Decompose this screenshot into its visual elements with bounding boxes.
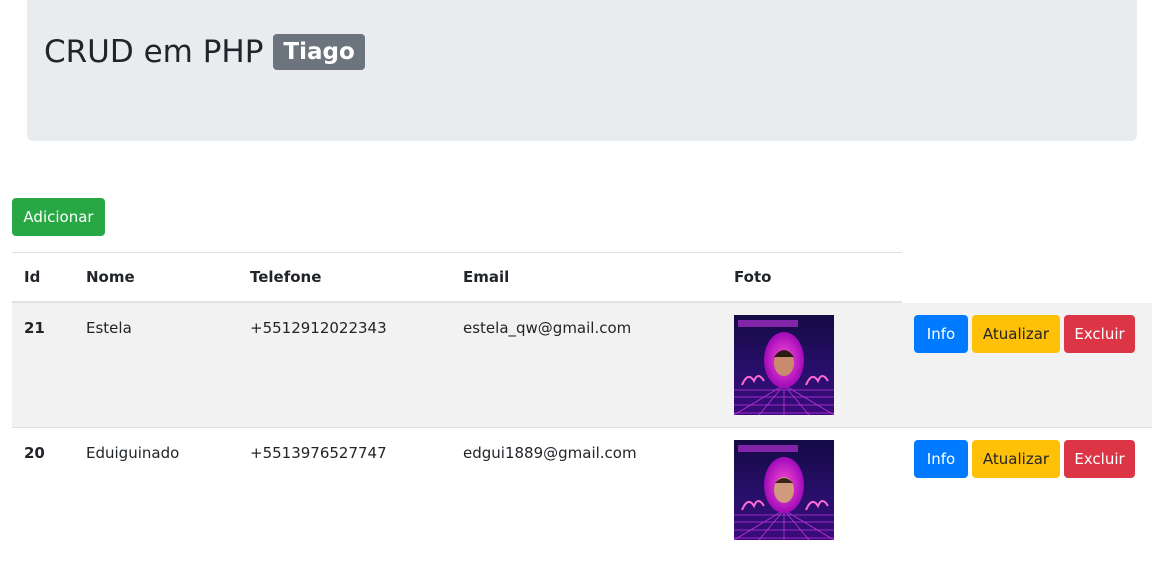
cell-nome: Estela	[86, 319, 132, 337]
info-button[interactable]: Info	[914, 440, 968, 478]
cell-telefone: +5512912022343	[250, 319, 387, 337]
cell-nome: Eduiguinado	[86, 444, 180, 462]
page-title-text: CRUD em PHP	[44, 34, 264, 70]
table-row-divider	[12, 427, 1152, 428]
page-title: CRUD em PHP Tiago	[44, 34, 365, 70]
update-button[interactable]: Atualizar	[972, 315, 1060, 353]
table-header-divider	[12, 301, 902, 303]
cell-id: 21	[24, 319, 45, 337]
user-photo	[734, 440, 834, 540]
table-divider	[12, 252, 902, 253]
column-header-nome: Nome	[86, 268, 135, 286]
cell-telefone: +5513976527747	[250, 444, 387, 462]
column-header-foto: Foto	[734, 268, 772, 286]
update-button[interactable]: Atualizar	[972, 440, 1060, 478]
delete-button[interactable]: Excluir	[1064, 315, 1135, 353]
author-badge: Tiago	[273, 34, 365, 70]
column-header-id: Id	[24, 268, 41, 286]
user-photo	[734, 315, 834, 415]
row-actions: Info Atualizar Excluir	[914, 315, 1136, 353]
info-button[interactable]: Info	[914, 315, 968, 353]
cell-email: estela_qw@gmail.com	[463, 319, 632, 337]
row-actions: Info Atualizar Excluir	[914, 440, 1136, 478]
cell-email: edgui1889@gmail.com	[463, 444, 637, 462]
column-header-telefone: Telefone	[250, 268, 322, 286]
cell-id: 20	[24, 444, 45, 462]
column-header-email: Email	[463, 268, 510, 286]
add-button[interactable]: Adicionar	[12, 198, 105, 236]
jumbotron-header: CRUD em PHP Tiago	[27, 0, 1137, 141]
delete-button[interactable]: Excluir	[1064, 440, 1135, 478]
